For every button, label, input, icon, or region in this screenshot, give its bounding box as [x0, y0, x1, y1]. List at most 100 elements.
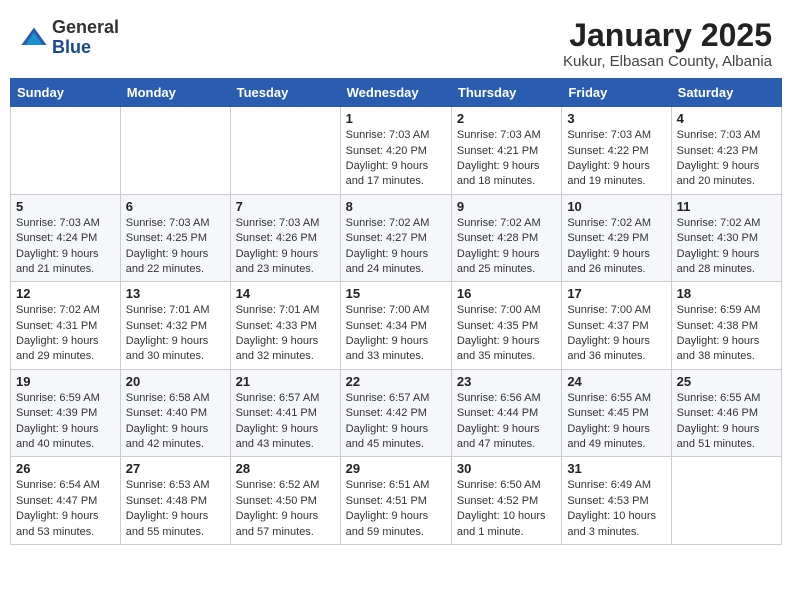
- day-number: 24: [567, 374, 665, 389]
- day-info: Sunrise: 6:57 AMSunset: 4:41 PMDaylight:…: [236, 391, 335, 453]
- calendar-week-row: 19 Sunrise: 6:59 AMSunset: 4:39 PMDayligh…: [11, 369, 782, 457]
- day-info: Sunrise: 7:03 AMSunset: 4:21 PMDaylight:…: [457, 128, 556, 190]
- day-info: Sunrise: 6:57 AMSunset: 4:42 PMDaylight:…: [346, 391, 446, 453]
- day-number: 2: [457, 111, 556, 126]
- calendar-day-cell: 1Sunrise: 7:03 AMSunset: 4:20 PMDaylight…: [340, 107, 451, 195]
- calendar-week-row: 12Sunrise: 7:02 AMSunset: 4:31 PMDayligh…: [11, 282, 782, 370]
- day-number: 11: [677, 199, 776, 214]
- day-info: Sunrise: 7:02 AMSunset: 4:29 PMDaylight:…: [567, 216, 665, 278]
- calendar-day-cell: [11, 107, 121, 195]
- calendar-day-cell: 28Sunrise: 6:52 AMSunset: 4:50 PMDayligh…: [230, 457, 340, 545]
- calendar-day-cell: 30Sunrise: 6:50 AMSunset: 4:52 PMDayligh…: [451, 457, 561, 545]
- calendar-day-cell: 5Sunrise: 7:03 AMSunset: 4:24 PMDaylight…: [11, 194, 121, 282]
- calendar-day-cell: 21Sunrise: 6:57 AMSunset: 4:41 PMDayligh…: [230, 369, 340, 457]
- calendar-day-cell: 24 Sunrise: 6:55 AMSunset: 4:45 PMDayligh…: [562, 369, 671, 457]
- day-number: 8: [346, 199, 446, 214]
- calendar-day-cell: 12Sunrise: 7:02 AMSunset: 4:31 PMDayligh…: [11, 282, 121, 370]
- day-number: 23: [457, 374, 556, 389]
- weekday-header: Wednesday: [340, 79, 451, 107]
- day-info: Sunrise: 6:59 AMSunset: 4:39 PMDaylight:…: [16, 391, 115, 453]
- weekday-header: Thursday: [451, 79, 561, 107]
- calendar-day-cell: 18 Sunrise: 6:59 AMSunset: 4:38 PMDayligh…: [671, 282, 781, 370]
- day-info: Sunrise: 6:51 AMSunset: 4:51 PMDaylight:…: [346, 478, 446, 540]
- day-info: Sunrise: 7:00 AMSunset: 4:37 PMDaylight:…: [567, 303, 665, 365]
- day-number: 26: [16, 461, 115, 476]
- day-number: 17: [567, 286, 665, 301]
- calendar-day-cell: 2 Sunrise: 7:03 AMSunset: 4:21 PMDaylight…: [451, 107, 561, 195]
- day-info: Sunrise: 7:03 AMSunset: 4:20 PMDaylight:…: [346, 128, 446, 190]
- calendar-day-cell: 27Sunrise: 6:53 AMSunset: 4:48 PMDayligh…: [120, 457, 230, 545]
- day-info: Sunrise: 7:03 AMSunset: 4:23 PMDaylight:…: [677, 128, 776, 190]
- day-info: Sunrise: 7:03 AMSunset: 4:26 PMDaylight:…: [236, 216, 335, 278]
- day-info: Sunrise: 7:02 AMSunset: 4:28 PMDaylight:…: [457, 216, 556, 278]
- day-info: Sunrise: 6:50 AMSunset: 4:52 PMDaylight:…: [457, 478, 556, 540]
- calendar-day-cell: 19 Sunrise: 6:59 AMSunset: 4:39 PMDayligh…: [11, 369, 121, 457]
- day-number: 27: [126, 461, 225, 476]
- day-number: 25: [677, 374, 776, 389]
- calendar-week-row: 1Sunrise: 7:03 AMSunset: 4:20 PMDaylight…: [11, 107, 782, 195]
- day-number: 15: [346, 286, 446, 301]
- calendar-day-cell: 25 Sunrise: 6:55 AMSunset: 4:46 PMDayligh…: [671, 369, 781, 457]
- calendar-day-cell: 13Sunrise: 7:01 AMSunset: 4:32 PMDayligh…: [120, 282, 230, 370]
- location-subtitle: Kukur, Elbasan County, Albania: [563, 53, 772, 70]
- day-info: Sunrise: 6:54 AMSunset: 4:47 PMDaylight:…: [16, 478, 115, 540]
- calendar-day-cell: [230, 107, 340, 195]
- day-info: Sunrise: 7:00 AMSunset: 4:34 PMDaylight:…: [346, 303, 446, 365]
- day-info: Sunrise: 7:03 AMSunset: 4:22 PMDaylight:…: [567, 128, 665, 190]
- weekday-header: Saturday: [671, 79, 781, 107]
- weekday-header: Tuesday: [230, 79, 340, 107]
- day-number: 10: [567, 199, 665, 214]
- logo-icon: [20, 24, 48, 52]
- day-info: Sunrise: 7:03 AMSunset: 4:24 PMDaylight:…: [16, 216, 115, 278]
- page-header: General Blue January 2025 Kukur, Elbasan…: [10, 10, 782, 74]
- calendar-day-cell: 31Sunrise: 6:49 AMSunset: 4:53 PMDayligh…: [562, 457, 671, 545]
- day-info: Sunrise: 7:01 AMSunset: 4:32 PMDaylight:…: [126, 303, 225, 365]
- calendar-day-cell: 16Sunrise: 7:00 AMSunset: 4:35 PMDayligh…: [451, 282, 561, 370]
- day-info: Sunrise: 6:59 AMSunset: 4:38 PMDaylight:…: [677, 303, 776, 365]
- calendar-day-cell: 20Sunrise: 6:58 AMSunset: 4:40 PMDayligh…: [120, 369, 230, 457]
- day-number: 20: [126, 374, 225, 389]
- calendar-week-row: 5Sunrise: 7:03 AMSunset: 4:24 PMDaylight…: [11, 194, 782, 282]
- calendar-week-row: 26 Sunrise: 6:54 AMSunset: 4:47 PMDayligh…: [11, 457, 782, 545]
- logo-text: General Blue: [52, 18, 119, 58]
- day-number: 4: [677, 111, 776, 126]
- day-number: 12: [16, 286, 115, 301]
- calendar-day-cell: 4 Sunrise: 7:03 AMSunset: 4:23 PMDaylight…: [671, 107, 781, 195]
- day-number: 22: [346, 374, 446, 389]
- calendar-day-cell: 23 Sunrise: 6:56 AMSunset: 4:44 PMDayligh…: [451, 369, 561, 457]
- day-number: 7: [236, 199, 335, 214]
- day-info: Sunrise: 6:55 AMSunset: 4:45 PMDaylight:…: [567, 391, 665, 453]
- weekday-header: Sunday: [11, 79, 121, 107]
- logo-general: General: [52, 18, 119, 38]
- weekday-header: Monday: [120, 79, 230, 107]
- day-number: 18: [677, 286, 776, 301]
- day-number: 31: [567, 461, 665, 476]
- calendar-day-cell: 26 Sunrise: 6:54 AMSunset: 4:47 PMDayligh…: [11, 457, 121, 545]
- calendar-day-cell: 11 Sunrise: 7:02 AMSunset: 4:30 PMDayligh…: [671, 194, 781, 282]
- calendar-day-cell: [120, 107, 230, 195]
- calendar-day-cell: 6Sunrise: 7:03 AMSunset: 4:25 PMDaylight…: [120, 194, 230, 282]
- day-info: Sunrise: 7:01 AMSunset: 4:33 PMDaylight:…: [236, 303, 335, 365]
- logo: General Blue: [20, 18, 119, 58]
- day-number: 19: [16, 374, 115, 389]
- calendar-day-cell: 7 Sunrise: 7:03 AMSunset: 4:26 PMDaylight…: [230, 194, 340, 282]
- day-info: Sunrise: 7:02 AMSunset: 4:27 PMDaylight:…: [346, 216, 446, 278]
- logo-blue: Blue: [52, 38, 119, 58]
- day-info: Sunrise: 7:02 AMSunset: 4:30 PMDaylight:…: [677, 216, 776, 278]
- calendar-day-cell: 22 Sunrise: 6:57 AMSunset: 4:42 PMDayligh…: [340, 369, 451, 457]
- day-number: 9: [457, 199, 556, 214]
- calendar-day-cell: 9 Sunrise: 7:02 AMSunset: 4:28 PMDaylight…: [451, 194, 561, 282]
- month-title: January 2025: [563, 18, 772, 53]
- day-number: 29: [346, 461, 446, 476]
- day-info: Sunrise: 6:52 AMSunset: 4:50 PMDaylight:…: [236, 478, 335, 540]
- day-info: Sunrise: 7:00 AMSunset: 4:35 PMDaylight:…: [457, 303, 556, 365]
- weekday-header: Friday: [562, 79, 671, 107]
- calendar-day-cell: 14 Sunrise: 7:01 AMSunset: 4:33 PMDayligh…: [230, 282, 340, 370]
- calendar-day-cell: 8 Sunrise: 7:02 AMSunset: 4:27 PMDaylight…: [340, 194, 451, 282]
- day-info: Sunrise: 6:56 AMSunset: 4:44 PMDaylight:…: [457, 391, 556, 453]
- day-info: Sunrise: 6:55 AMSunset: 4:46 PMDaylight:…: [677, 391, 776, 453]
- calendar-day-cell: 10 Sunrise: 7:02 AMSunset: 4:29 PMDayligh…: [562, 194, 671, 282]
- calendar-day-cell: 15 Sunrise: 7:00 AMSunset: 4:34 PMDayligh…: [340, 282, 451, 370]
- day-number: 14: [236, 286, 335, 301]
- day-number: 3: [567, 111, 665, 126]
